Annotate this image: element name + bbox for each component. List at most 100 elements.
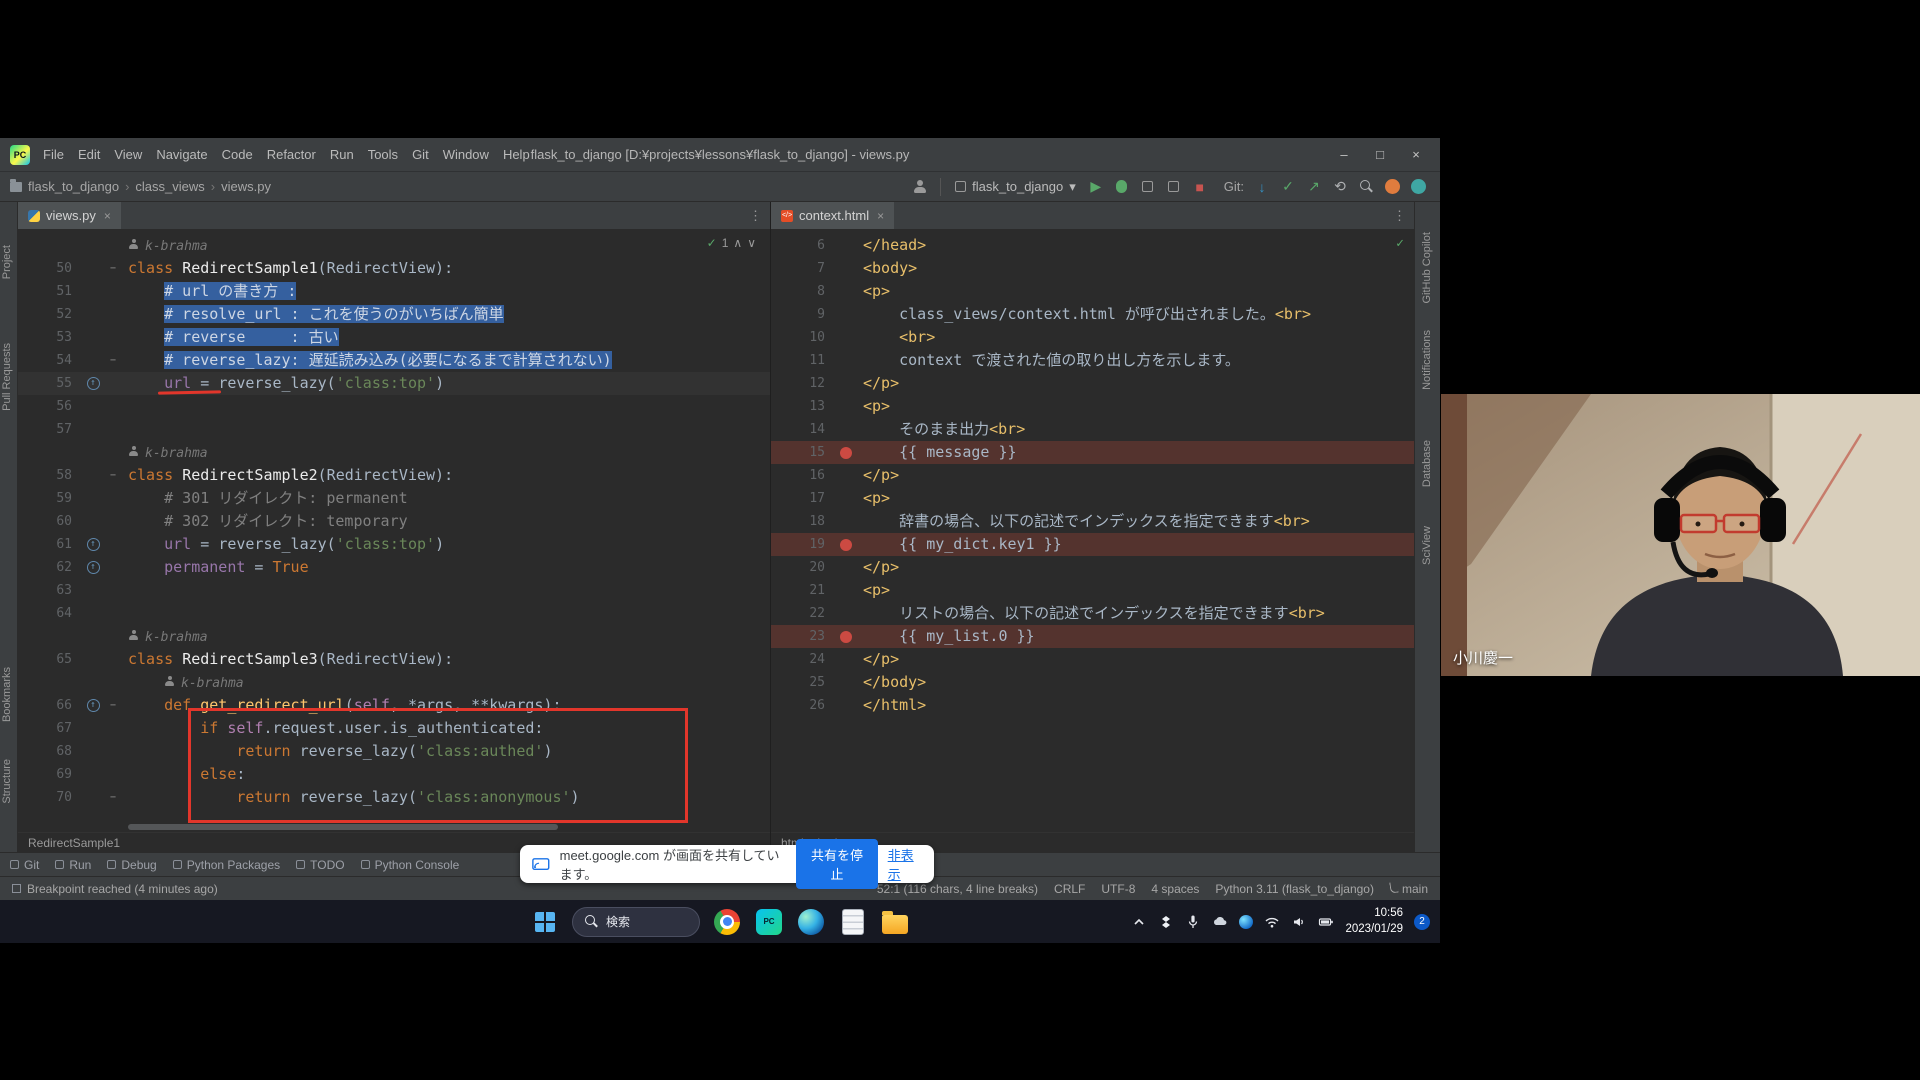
code-line[interactable]: 7 <body> — [771, 257, 1414, 280]
tool-window-button-pull-requests[interactable]: Pull Requests — [1, 343, 13, 411]
fold-marker-icon[interactable]: − — [104, 355, 122, 366]
status-message[interactable]: Breakpoint reached (4 minutes ago) — [12, 882, 218, 896]
line-number[interactable]: 70 — [18, 786, 82, 809]
line-number[interactable]: 63 — [18, 579, 82, 602]
line-number[interactable]: 62 — [18, 556, 82, 579]
code-line[interactable]: 54 − # reverse_lazy: 遅延読み込み(必要になるまで計算されない… — [18, 349, 770, 372]
line-number[interactable]: 20 — [771, 556, 835, 579]
menu-tools[interactable]: Tools — [361, 147, 405, 162]
next-problem-icon[interactable]: ∨ — [747, 232, 756, 255]
code-line[interactable]: 65 class RedirectSample3(RedirectView): — [18, 648, 770, 671]
inlay-hint-row[interactable]: k-brahma — [18, 441, 770, 464]
chrome-button[interactable] — [712, 907, 742, 937]
menu-refactor[interactable]: Refactor — [260, 147, 323, 162]
inlay-hint-row[interactable]: k-brahma — [18, 234, 770, 257]
coverage-button[interactable] — [1136, 175, 1160, 199]
code-line[interactable]: 56 — [18, 395, 770, 418]
line-number[interactable]: 51 — [18, 280, 82, 303]
line-number[interactable]: 60 — [18, 510, 82, 533]
line-number[interactable]: 21 — [771, 579, 835, 602]
code-line[interactable]: 15 {{ message }} — [771, 441, 1414, 464]
code-line[interactable]: 25 </body> — [771, 671, 1414, 694]
code-line[interactable]: 11 context で渡された値の取り出し方を示します。 — [771, 349, 1414, 372]
git-push-button[interactable]: ↗ — [1302, 175, 1326, 199]
tool-window-button-database[interactable]: Database — [1421, 440, 1433, 487]
line-number[interactable]: 24 — [771, 648, 835, 671]
tool-window-button-project[interactable]: Project — [1, 245, 13, 279]
taskbar-clock[interactable]: 10:56 2023/01/29 — [1345, 906, 1403, 937]
override-marker-icon[interactable]: ↑ — [82, 377, 104, 390]
horizontal-scrollbar[interactable] — [128, 824, 558, 830]
dropbox-icon[interactable] — [1158, 914, 1174, 930]
line-number[interactable]: 15 — [771, 441, 835, 464]
title-bar[interactable]: PC File Edit View Navigate Code Refactor Run To… — [0, 138, 1440, 172]
line-number[interactable]: 69 — [18, 763, 82, 786]
code-line[interactable]: 22 リストの場合、以下の記述でインデックスを指定できます<br> — [771, 602, 1414, 625]
hide-banner-link[interactable]: 非表示 — [888, 845, 922, 883]
code-line[interactable]: 12 </p> — [771, 372, 1414, 395]
line-number[interactable]: 14 — [771, 418, 835, 441]
tool-window-git[interactable]: Git — [10, 858, 39, 872]
line-number[interactable]: 52 — [18, 303, 82, 326]
line-number[interactable]: 13 — [771, 395, 835, 418]
line-number[interactable]: 11 — [771, 349, 835, 372]
profiler-button[interactable] — [1162, 175, 1186, 199]
code-line[interactable]: 17 <p> — [771, 487, 1414, 510]
tool-window-button-structure[interactable]: Structure — [1, 759, 13, 804]
code-line[interactable]: 24 </p> — [771, 648, 1414, 671]
user-icon[interactable] — [908, 175, 932, 199]
fold-marker-icon[interactable]: − — [104, 700, 122, 711]
code-line[interactable]: 62 ↑ permanent = True — [18, 556, 770, 579]
line-number[interactable]: 9 — [771, 303, 835, 326]
inlay-hint-row[interactable]: k-brahma — [18, 625, 770, 648]
code-line[interactable]: 21 <p> — [771, 579, 1414, 602]
close-button[interactable]: × — [1398, 147, 1434, 162]
menu-code[interactable]: Code — [215, 147, 260, 162]
line-number[interactable]: 54 — [18, 349, 82, 372]
fold-marker-icon[interactable]: − — [104, 792, 122, 803]
line-number[interactable]: 12 — [771, 372, 835, 395]
override-marker-icon[interactable]: ↑ — [82, 538, 104, 551]
git-update-button[interactable]: ↓ — [1250, 175, 1274, 199]
line-number[interactable]: 10 — [771, 326, 835, 349]
code-line[interactable]: 9 class_views/context.html が呼び出されました。<br… — [771, 303, 1414, 326]
minimize-button[interactable]: – — [1326, 147, 1362, 162]
tab-close-icon[interactable]: × — [104, 209, 111, 223]
code-with-me-button[interactable] — [1380, 175, 1404, 199]
menu-file[interactable]: File — [36, 147, 71, 162]
editor-options-icon[interactable]: ⋮ — [1385, 208, 1414, 224]
line-number[interactable]: 25 — [771, 671, 835, 694]
code-line[interactable]: 61 ↑ url = reverse_lazy('class:top') — [18, 533, 770, 556]
tool-window-button-notifications[interactable]: Notifications — [1421, 330, 1433, 390]
line-number[interactable]: 61 — [18, 533, 82, 556]
views-editor-content[interactable]: ✓ 1 ∧ ∨ k-brahma 50− class RedirectSample1… — [18, 230, 770, 832]
code-line[interactable]: 51 # url の書き方 : — [18, 280, 770, 303]
tool-window-button-github-copilot[interactable]: GitHub Copilot — [1421, 232, 1433, 304]
line-number[interactable]: 64 — [18, 602, 82, 625]
menu-window[interactable]: Window — [436, 147, 496, 162]
status-widget-5[interactable]: main — [1389, 880, 1428, 896]
code-line[interactable]: 63 — [18, 579, 770, 602]
tool-window-button-bookmarks[interactable]: Bookmarks — [1, 667, 13, 722]
tool-window-python-packages[interactable]: Python Packages — [172, 858, 280, 872]
stop-sharing-button[interactable]: 共有を停止 — [796, 839, 878, 889]
explorer-button[interactable] — [880, 907, 910, 937]
code-line[interactable]: 19 {{ my_dict.key1 }} — [771, 533, 1414, 556]
line-number[interactable]: 50 — [18, 257, 82, 280]
line-number[interactable]: 6 — [771, 234, 835, 257]
status-widget-1[interactable]: CRLF — [1054, 882, 1085, 896]
code-line[interactable]: 50 − class RedirectSample1(RedirectView): — [18, 257, 770, 280]
code-line[interactable]: 6 </head> — [771, 234, 1414, 257]
code-line[interactable]: 58 − class RedirectSample2(RedirectView): — [18, 464, 770, 487]
context-editor-content[interactable]: ✓ 6 </head> 7 <body> 8 <p> 9 class_views/conte… — [771, 230, 1414, 832]
line-number[interactable]: 16 — [771, 464, 835, 487]
code-line[interactable]: 18 辞書の場合、以下の記述でインデックスを指定できます<br> — [771, 510, 1414, 533]
line-number[interactable]: 68 — [18, 740, 82, 763]
code-line[interactable]: 59 # 301 リダイレクト: permanent — [18, 487, 770, 510]
tool-window-run[interactable]: Run — [55, 858, 91, 872]
line-number[interactable]: 17 — [771, 487, 835, 510]
debug-button[interactable] — [1110, 175, 1134, 199]
stop-button[interactable]: ■ — [1188, 175, 1212, 199]
line-number[interactable]: 59 — [18, 487, 82, 510]
pycharm-button[interactable]: PC — [754, 907, 784, 937]
